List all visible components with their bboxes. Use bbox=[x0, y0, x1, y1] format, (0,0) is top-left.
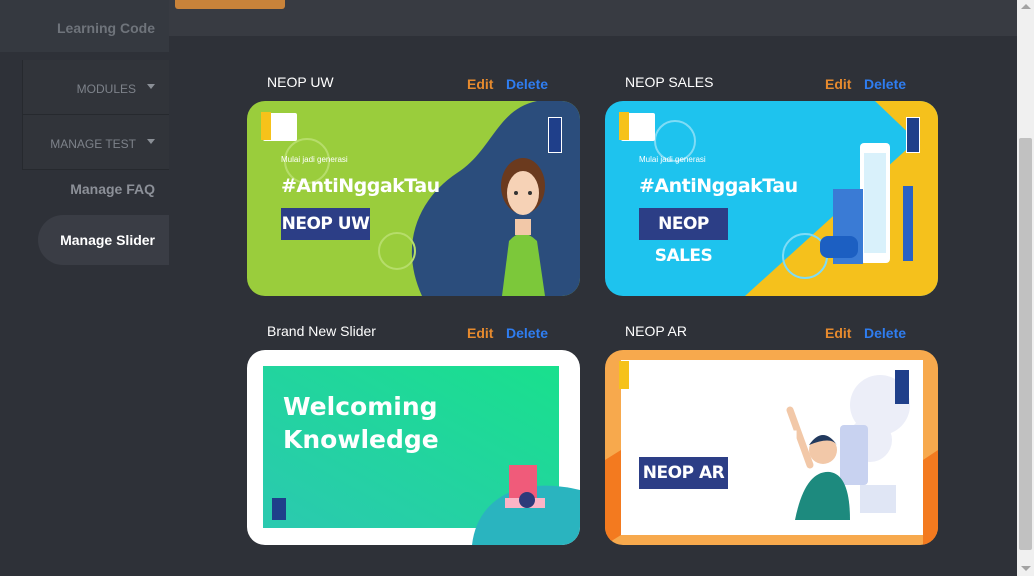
chevron-down-icon bbox=[147, 84, 155, 89]
banner-hashtag: #AntiNggakTau bbox=[639, 424, 798, 446]
sidebar: Learning Code MODULES MANAGE TEST Manage… bbox=[0, 0, 169, 576]
banner-label: NEOP AR bbox=[639, 457, 728, 489]
delete-button[interactable]: Delete bbox=[864, 325, 906, 341]
banner-hashtag: #AntiNggakTau bbox=[281, 175, 440, 197]
slider-title: NEOP SALES bbox=[625, 74, 714, 90]
company-badge-icon bbox=[906, 117, 920, 153]
banner-subtitle: Mulai jadi generasi bbox=[639, 404, 706, 413]
banner-label: NEOP SALES bbox=[639, 208, 728, 266]
banner-heading-line1: Welcoming bbox=[283, 392, 438, 421]
sidebar-item-modules[interactable]: MODULES bbox=[22, 60, 169, 115]
banner-label: NEOP UW bbox=[281, 208, 370, 240]
brand-logo bbox=[619, 112, 655, 141]
slider-banner-image[interactable]: Mulai jadi generasi #AntiNggakTau NEOP S… bbox=[605, 101, 938, 296]
scroll-up-arrow-icon[interactable] bbox=[1021, 4, 1031, 9]
scrollbar-thumb[interactable] bbox=[1019, 138, 1032, 550]
brand-logo bbox=[261, 112, 297, 141]
sidebar-item-label: MODULES bbox=[76, 82, 136, 96]
slider-title: NEOP UW bbox=[267, 74, 334, 90]
sidebar-item-manage-slider[interactable]: Manage Slider bbox=[38, 215, 169, 265]
top-bar bbox=[169, 0, 1017, 36]
banner-heading-line2: Knowledge bbox=[283, 425, 439, 454]
sidebar-item-manage-faq[interactable]: Manage FAQ bbox=[0, 181, 155, 197]
sidebar-item-learning-code[interactable]: Learning Code bbox=[0, 20, 155, 36]
banner-heading: Welcoming Knowledge bbox=[283, 390, 439, 456]
delete-button[interactable]: Delete bbox=[864, 76, 906, 92]
add-slider-button[interactable] bbox=[175, 0, 285, 9]
sidebar-item-label: Manage Slider bbox=[60, 232, 155, 248]
slider-title: Brand New Slider bbox=[267, 323, 376, 339]
scroll-down-arrow-icon[interactable] bbox=[1021, 566, 1031, 571]
delete-button[interactable]: Delete bbox=[506, 76, 548, 92]
brand-logo bbox=[619, 361, 655, 390]
chevron-down-icon bbox=[147, 139, 155, 144]
sidebar-item-label: MANAGE TEST bbox=[50, 137, 136, 151]
banner-hashtag: #AntiNggakTau bbox=[639, 175, 798, 197]
slider-title: NEOP AR bbox=[625, 323, 687, 339]
slider-banner-image[interactable]: Mulai jadi generasi #AntiNggakTau NEOP U… bbox=[247, 101, 580, 296]
delete-button[interactable]: Delete bbox=[506, 325, 548, 341]
slider-banner-image[interactable]: Mulai jadi generasi #AntiNggakTau NEOP A… bbox=[605, 350, 938, 545]
banner-subtitle: Mulai jadi generasi bbox=[281, 155, 348, 164]
sidebar-item-manage-test[interactable]: MANAGE TEST bbox=[22, 115, 169, 170]
banner-subtitle: Mulai jadi generasi bbox=[639, 155, 706, 164]
edit-button[interactable]: Edit bbox=[467, 325, 493, 341]
edit-button[interactable]: Edit bbox=[825, 325, 851, 341]
edit-button[interactable]: Edit bbox=[467, 76, 493, 92]
edit-button[interactable]: Edit bbox=[825, 76, 851, 92]
company-badge-icon bbox=[548, 117, 562, 153]
slider-banner-image[interactable]: Welcoming Knowledge bbox=[247, 350, 580, 545]
